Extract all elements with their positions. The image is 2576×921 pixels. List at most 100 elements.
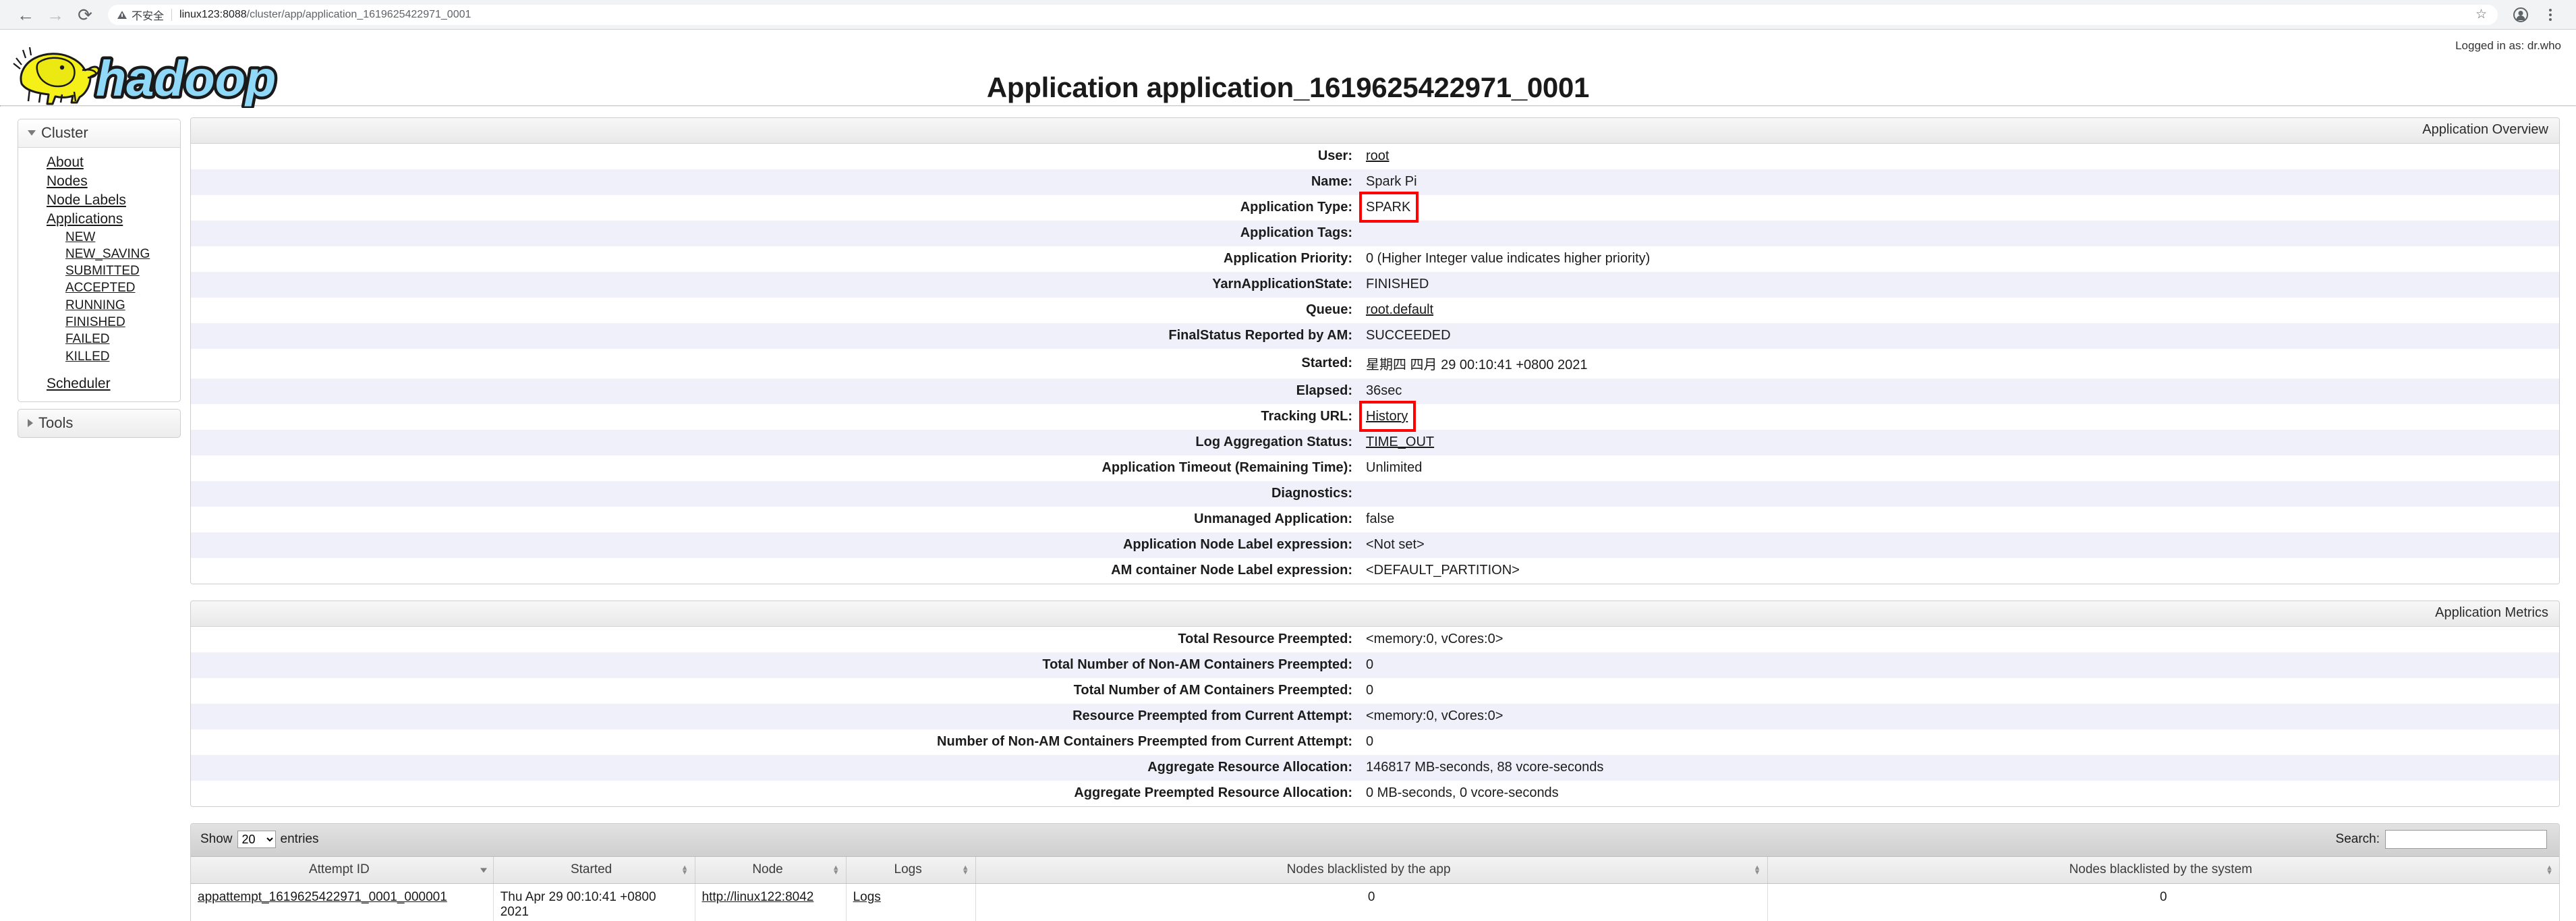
user-link[interactable]: root — [1366, 148, 1389, 163]
column-header-started[interactable]: Started ▲ ▼ — [493, 857, 695, 884]
sidebar-section-tools[interactable]: Tools — [18, 408, 181, 438]
row-value: SPARK — [1358, 192, 2559, 223]
sidebar-tools-header[interactable]: Tools — [18, 410, 180, 437]
sidebar-item-running[interactable]: RUNNING — [18, 297, 125, 314]
sidebar-item-accepted[interactable]: ACCEPTED — [18, 279, 135, 296]
sidebar-item-submitted[interactable]: SUBMITTED — [18, 262, 140, 279]
list-item: NEW_SAVING — [18, 246, 180, 262]
column-label: Nodes blacklisted by the app — [1286, 862, 1451, 876]
sidebar-item-nodes[interactable]: Nodes — [18, 172, 88, 191]
sidebar-item-node-labels[interactable]: Node Labels — [18, 191, 126, 210]
list-item: Nodes — [18, 172, 180, 191]
list-item: About — [18, 153, 180, 172]
application-overview-caption: Application Overview — [191, 118, 2559, 144]
table-row: Application Type: SPARK — [191, 192, 2559, 223]
url-host: linux123:8088 — [179, 8, 247, 20]
tracking-url-highlight: History — [1358, 401, 1416, 432]
sidebar-item-scheduler[interactable]: Scheduler — [18, 374, 111, 393]
sidebar-item-new-saving[interactable]: NEW_SAVING — [18, 246, 150, 262]
table-row: YarnApplicationState: FINISHED — [191, 272, 2559, 298]
sidebar-cluster-header[interactable]: Cluster — [18, 119, 180, 148]
table-row: Application Timeout (Remaining Time): Unl… — [191, 455, 2559, 481]
node-link[interactable]: http://linux122:8042 — [702, 890, 814, 904]
sidebar-tools-label: Tools — [38, 414, 74, 431]
row-label: Total Resource Preempted: — [1178, 632, 1352, 646]
search-filter: Search: — [2336, 830, 2547, 849]
url-text: linux123:8088/cluster/app/application_16… — [179, 9, 471, 21]
application-metrics-table: Total Resource Preempted: <memory:0, vCor… — [191, 627, 2559, 806]
sidebar-item-finished[interactable]: FINISHED — [18, 314, 125, 331]
row-value: 星期四 四月 29 00:10:41 +0800 2021 — [1366, 358, 1588, 372]
row-value: TIME_OUT — [1358, 430, 2559, 455]
table-row: Application Priority: 0 (Higher Integer v… — [191, 246, 2559, 272]
logged-in-label: Logged in as: dr.who — [2455, 39, 2561, 52]
sidebar-item-about[interactable]: About — [18, 153, 84, 172]
row-label: Unmanaged Application: — [1194, 511, 1352, 526]
attempts-datatable: Show 20406080100 entries Search: — [190, 823, 2560, 921]
row-label: Application Priority: — [1223, 251, 1352, 266]
row-label: AM container Node Label expression: — [1111, 563, 1352, 578]
table-row: Aggregate Resource Allocation: 146817 MB-… — [191, 755, 2559, 781]
tracking-url-link[interactable]: History — [1366, 409, 1408, 424]
column-header-blacklisted-app[interactable]: Nodes blacklisted by the app ▲ ▼ — [975, 857, 1768, 884]
cell-node: http://linux122:8042 — [695, 883, 847, 921]
application-type-value: SPARK — [1366, 200, 1411, 215]
table-row: Total Number of Non-AM Containers Preemp… — [191, 652, 2559, 678]
sidebar-item-applications[interactable]: Applications — [18, 210, 123, 229]
queue-link[interactable]: root.default — [1366, 302, 1433, 317]
sidebar-item-new[interactable]: NEW — [18, 229, 95, 246]
address-bar[interactable]: 不安全 linux123:8088/cluster/app/applicatio… — [108, 4, 2498, 25]
row-label: Total Number of Non-AM Containers Preemp… — [1042, 657, 1352, 672]
application-metrics-caption: Application Metrics — [191, 601, 2559, 627]
url-path: /cluster/app/application_1619625422971_0… — [246, 8, 471, 20]
omnibox-actions: ☆ — [2475, 7, 2488, 22]
table-row: Total Resource Preempted: <memory:0, vCor… — [191, 627, 2559, 652]
kebab-menu-icon[interactable] — [2536, 0, 2565, 30]
search-input[interactable] — [2385, 830, 2547, 849]
table-row: Diagnostics: — [191, 481, 2559, 507]
table-row: Tracking URL: History — [191, 401, 2559, 432]
table-row: User: root — [191, 144, 2559, 169]
table-row: Resource Preempted from Current Attempt:… — [191, 704, 2559, 729]
back-arrow-icon[interactable]: ← — [11, 0, 40, 30]
column-header-attempt-id[interactable]: Attempt ID — [191, 857, 494, 884]
column-header-node[interactable]: Node ▲ ▼ — [695, 857, 847, 884]
reload-icon[interactable]: ⟳ — [70, 0, 100, 30]
sidebar: Cluster About Nodes Node Labels Applicat… — [0, 117, 181, 445]
application-metrics-panel: Application Metrics Total Resource Preem… — [190, 601, 2560, 807]
row-value: Spark Pi — [1366, 174, 1417, 189]
log-aggregation-status-link[interactable]: TIME_OUT — [1366, 435, 1434, 449]
row-label: Application Node Label expression: — [1122, 537, 1352, 552]
row-value: <DEFAULT_PARTITION> — [1366, 563, 1520, 578]
list-item: Node Labels — [18, 191, 180, 210]
row-label: Elapsed: — [1296, 383, 1352, 398]
datatable-controls: Show 20406080100 entries Search: — [191, 824, 2559, 857]
cell-started: Thu Apr 29 00:10:41 +0800 2021 — [493, 883, 695, 921]
sidebar-item-failed[interactable]: FAILED — [18, 331, 109, 347]
row-value: 0 — [1366, 657, 1374, 672]
column-header-logs[interactable]: Logs ▲ ▼ — [846, 857, 976, 884]
profile-avatar-icon[interactable] — [2506, 0, 2536, 30]
application-type-highlight: SPARK — [1358, 192, 1419, 223]
entries-per-page-select[interactable]: 20406080100 — [237, 831, 276, 848]
forward-arrow-icon[interactable]: → — [40, 0, 70, 30]
table-row: Log Aggregation Status: TIME_OUT — [191, 430, 2559, 455]
logs-link[interactable]: Logs — [853, 890, 881, 904]
entries-length-control: Show 20406080100 entries — [200, 831, 319, 848]
attempt-id-link[interactable]: appattempt_1619625422971_0001_000001 — [198, 890, 447, 904]
sidebar-spacer — [18, 365, 180, 374]
list-item: FINISHED — [18, 314, 180, 331]
sidebar-item-killed[interactable]: KILLED — [18, 348, 109, 365]
row-value — [1358, 221, 2559, 246]
table-row: Application Tags: — [191, 221, 2559, 246]
row-value: FINISHED — [1366, 277, 1429, 291]
row-label: YarnApplicationState: — [1212, 277, 1352, 291]
column-header-blacklisted-system[interactable]: Nodes blacklisted by the system ▲ ▼ — [1767, 857, 2559, 884]
row-label: Application Tags: — [1240, 225, 1352, 240]
row-label: User: — [1317, 148, 1352, 163]
bookmark-star-icon[interactable]: ☆ — [2475, 7, 2487, 22]
sidebar-section-cluster: Cluster About Nodes Node Labels Applicat… — [18, 119, 181, 402]
row-label: Application Timeout (Remaining Time): — [1101, 460, 1352, 475]
table-row: Unmanaged Application: false — [191, 507, 2559, 532]
application-overview-table: User: root Name: Spark Pi Application Type… — [191, 144, 2559, 584]
